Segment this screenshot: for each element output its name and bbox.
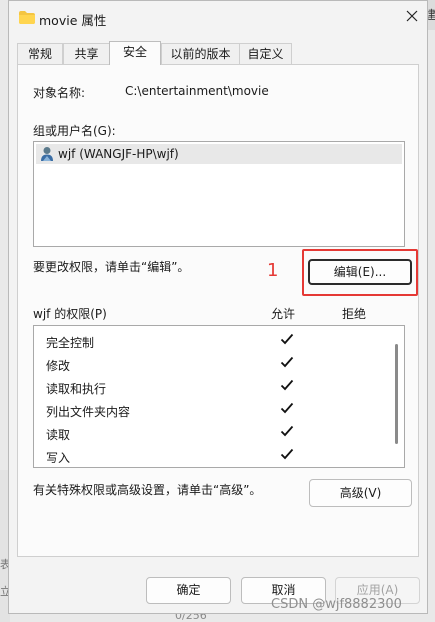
scrollbar[interactable] [395,344,398,444]
tab-security[interactable]: 安全 [109,41,161,65]
advanced-hint: 有关特殊权限或高级设置，请单击“高级”。 [33,483,262,497]
list-item[interactable]: wjf (WANGJF-HP\wjf) [36,144,402,164]
check-icon [280,356,294,368]
object-name-label: 对象名称: [33,86,86,100]
table-row: 列出文件夹内容 [34,400,384,422]
check-icon [280,402,294,414]
tab-sharing[interactable]: 共享 [63,43,110,64]
group-name: wjf (WANGJF-HP\wjf) [58,147,179,161]
step-annotation: 1 [267,260,279,281]
permissions-label: wjf 的权限(P) [33,307,107,321]
table-row: 完全控制 [34,331,384,353]
groups-list[interactable]: wjf (WANGJF-HP\wjf) [33,141,405,247]
folder-icon [19,11,35,24]
change-permissions-hint: 要更改权限，请单击“编辑”。 [33,260,190,274]
permission-name: 完全控制 [46,336,95,350]
table-row: 写入 [34,446,384,467]
permissions-list[interactable]: 完全控制 修改 读取和执行 列出文件夹内容 读取 写入 [33,325,405,468]
table-row: 读取 [34,423,384,445]
deny-column-header: 拒绝 [342,307,367,321]
tab-previous-versions[interactable]: 以前的版本 [161,43,240,64]
check-icon [280,448,294,460]
tab-customize[interactable]: 自定义 [239,43,292,64]
permission-name: 读取和执行 [46,382,107,396]
table-row: 读取和执行 [34,377,384,399]
check-icon [280,333,294,345]
groups-label: 组或用户名(G): [33,124,116,138]
allow-column-header: 允许 [271,307,296,321]
user-icon [41,147,53,161]
ok-button[interactable]: 确定 [146,577,231,604]
check-icon [280,425,294,437]
close-icon [406,10,418,22]
title-bar[interactable]: movie 属性 [9,1,427,35]
check-icon [280,379,294,391]
permission-name: 读取 [46,428,71,442]
permission-name: 修改 [46,359,71,373]
advanced-button[interactable]: 高级(V) [309,479,412,507]
edit-button[interactable]: 编辑(E)... [308,259,412,285]
watermark: CSDN @wjf8882300 [271,597,402,612]
permission-name: 写入 [46,451,71,465]
object-name-value: C:\entertainment\movie [125,84,269,98]
close-button[interactable] [401,5,423,27]
properties-dialog: movie 属性 常规 共享 安全 以前的版本 自定义 对象名称: C:\ent… [8,0,428,614]
window-title: movie 属性 [39,13,107,28]
table-row: 修改 [34,354,384,376]
tab-general[interactable]: 常规 [17,43,63,64]
permission-name: 列出文件夹内容 [46,405,131,419]
security-panel: 对象名称: C:\entertainment\movie 组或用户名(G): w… [17,64,419,557]
